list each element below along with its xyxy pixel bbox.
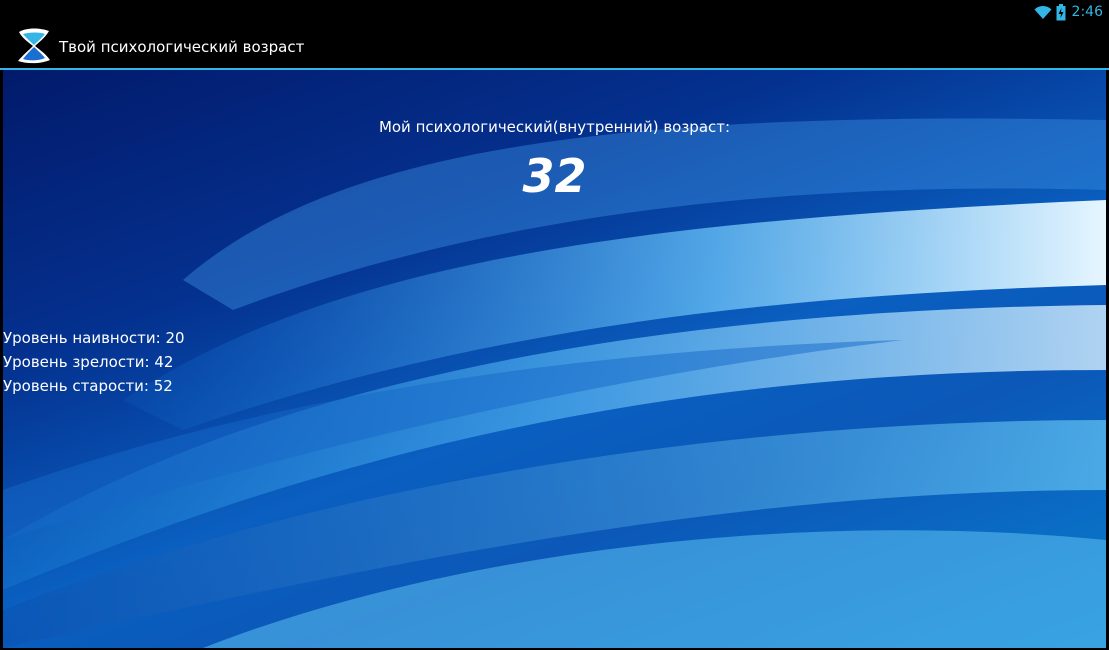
- old-age-level: Уровень старости: 52: [3, 377, 173, 395]
- age-caption: Мой психологический(внутренний) возраст:: [378, 118, 731, 136]
- levels-list: Уровень наивности: 20 Уровень зрелости: …: [3, 326, 185, 398]
- hourglass-icon[interactable]: [15, 28, 53, 64]
- status-time: 2:46: [1071, 4, 1103, 20]
- screen: 2:46 Твой психологический возраст Мой пс…: [0, 0, 1109, 650]
- age-value: 32: [522, 149, 587, 203]
- naivety-level: Уровень наивности: 20: [3, 329, 185, 347]
- status-icons: 2:46: [1034, 2, 1103, 22]
- result-content: Мой психологический(внутренний) возраст:…: [3, 70, 1106, 648]
- wifi-icon: [1034, 5, 1052, 19]
- status-bar: 2:46: [0, 0, 1109, 24]
- app-title: Твой психологический возраст: [59, 38, 305, 56]
- maturity-level: Уровень зрелости: 42: [3, 353, 174, 371]
- battery-icon: [1056, 3, 1066, 20]
- frame-left: [0, 70, 3, 650]
